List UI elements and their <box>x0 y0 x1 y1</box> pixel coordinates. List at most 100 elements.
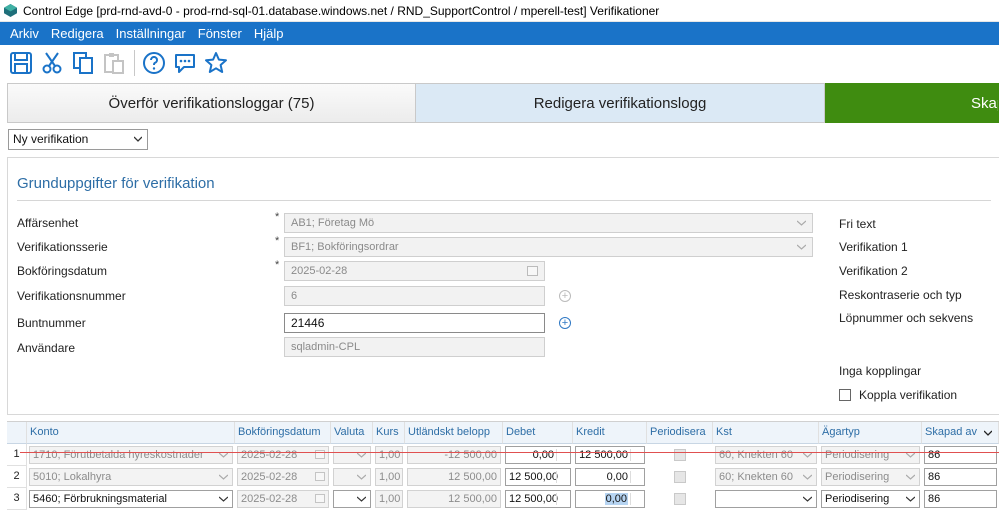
kredit-input[interactable]: 12 500,00 <box>575 446 645 464</box>
date-input[interactable]: 2025-02-28 <box>237 490 329 508</box>
skapad-av-value[interactable]: 86 <box>924 468 997 486</box>
row-number: 3 <box>7 488 27 510</box>
calculator-icon <box>630 493 642 505</box>
col-periodisera[interactable]: Periodisera <box>647 422 713 444</box>
calendar-icon <box>527 266 538 276</box>
debet-input[interactable]: 12 500,00 <box>505 490 571 508</box>
konto-select[interactable]: 1710; Förutbetalda hyreskostnader <box>29 446 233 464</box>
label-ledger-series: Reskontraserie och typ <box>839 288 962 302</box>
chevron-down-icon <box>219 496 228 502</box>
tab-create[interactable]: Skap <box>825 83 999 123</box>
date-input[interactable]: 2025-02-28 <box>237 468 329 486</box>
label-ver-number: Verifikationsnummer <box>17 289 126 303</box>
agartyp-select[interactable]: Periodisering <box>821 468 920 486</box>
kurs-value: 1,00 <box>375 446 403 464</box>
periodisera-checkbox[interactable] <box>674 449 686 461</box>
valuta-select[interactable] <box>333 468 371 486</box>
table-row[interactable]: 3 5460; Förbrukningsmaterial 2025-02-28 … <box>7 488 999 510</box>
periodisera-checkbox[interactable] <box>674 471 686 483</box>
entries-grid: Konto Bokföringsdatum Valuta Kurs Utländ… <box>7 421 999 518</box>
toolbar-separator <box>134 50 135 76</box>
label-link-verification: Koppla verifikation <box>859 388 958 402</box>
calculator-icon <box>556 449 568 461</box>
favorite-button[interactable] <box>201 48 231 78</box>
kredit-input[interactable]: 0,00 <box>575 468 645 486</box>
konto-select[interactable]: 5010; Lokalhyra <box>29 468 233 486</box>
window-title: Control Edge [prd-rnd-avd-0 - prod-rnd-s… <box>23 3 660 18</box>
skapad-av-value[interactable]: 86 <box>924 446 997 464</box>
chevron-down-icon <box>357 474 366 480</box>
add-batch-icon[interactable]: + <box>559 317 571 329</box>
required-marker: * <box>275 259 280 271</box>
agartyp-value: Periodisering <box>825 449 890 461</box>
booking-date-field[interactable]: 2025-02-28 <box>284 261 545 281</box>
kredit-input[interactable]: 0,00 <box>575 490 645 508</box>
col-valuta[interactable]: Valuta <box>331 422 373 444</box>
calculator-icon <box>630 471 642 483</box>
kst-select[interactable] <box>715 490 817 508</box>
comment-button[interactable] <box>170 48 200 78</box>
kst-select[interactable]: 60; Knekten 60 <box>715 446 817 464</box>
col-skapad-av[interactable]: Skapad av <box>922 422 999 444</box>
link-verification-checkbox[interactable] <box>839 389 851 401</box>
menu-hjalp[interactable]: Hjälp <box>248 22 290 45</box>
skapad-av-value[interactable]: 86 <box>924 490 997 508</box>
col-agartyp[interactable]: Ägartyp <box>819 422 922 444</box>
col-kst[interactable]: Kst <box>713 422 819 444</box>
row-number: 2 <box>7 466 27 488</box>
table-row[interactable]: 1 1710; Förutbetalda hyreskostnader 2025… <box>7 444 999 466</box>
kst-value: 60; Knekten 60 <box>719 471 794 483</box>
tab-transfer-logs[interactable]: Överför verifikationsloggar (75) <box>7 83 416 123</box>
agartyp-select[interactable]: Periodisering <box>821 490 920 508</box>
debet-input[interactable]: 0,00 <box>505 446 571 464</box>
date-input[interactable]: 2025-02-28 <box>237 446 329 464</box>
ver-number-action-icon[interactable]: + <box>559 290 571 302</box>
batch-number-input[interactable]: 21446 <box>284 313 545 333</box>
col-booking-date[interactable]: Bokföringsdatum <box>235 422 331 444</box>
kst-select[interactable]: 60; Knekten 60 <box>715 468 817 486</box>
col-konto[interactable]: Konto <box>27 422 235 444</box>
calculator-icon <box>556 471 568 483</box>
menu-arkiv[interactable]: Arkiv <box>4 22 45 45</box>
debet-value: 12 500,00 <box>509 493 558 505</box>
comment-icon <box>175 54 195 73</box>
cut-icon <box>42 52 62 74</box>
calendar-icon <box>315 472 325 481</box>
copy-button[interactable] <box>68 48 98 78</box>
menu-installningar[interactable]: Inställningar <box>110 22 192 45</box>
chevron-down-icon <box>797 220 806 226</box>
new-verification-select[interactable]: Ny verifikation <box>8 129 148 150</box>
series-field[interactable]: BF1; Bokföringsordrar <box>284 237 813 257</box>
agartyp-select[interactable]: Periodisering <box>821 446 920 464</box>
row-number: 1 <box>7 444 27 466</box>
menu-fonster[interactable]: Fönster <box>192 22 248 45</box>
konto-select[interactable]: 5460; Förbrukningsmaterial <box>29 490 233 508</box>
col-debet[interactable]: Debet <box>503 422 573 444</box>
paste-icon <box>104 53 124 74</box>
paste-button[interactable] <box>99 48 129 78</box>
save-button[interactable] <box>6 48 36 78</box>
konto-value: 1710; Förutbetalda hyreskostnader <box>33 449 204 461</box>
menu-redigera[interactable]: Redigera <box>45 22 110 45</box>
table-row[interactable]: 2 5010; Lokalhyra 2025-02-28 1,00 12 500… <box>7 466 999 488</box>
date-value: 2025-02-28 <box>241 493 298 505</box>
periodisera-checkbox[interactable] <box>674 493 686 505</box>
user-value: sqladmin-CPL <box>291 341 361 353</box>
col-kurs[interactable]: Kurs <box>373 422 405 444</box>
title-bar: Control Edge [prd-rnd-avd-0 - prod-rnd-s… <box>0 0 999 22</box>
calculator-icon <box>630 449 642 461</box>
business-unit-field[interactable]: AB1; Företag Mö <box>284 213 813 233</box>
col-kredit[interactable]: Kredit <box>573 422 647 444</box>
tab-edit-log[interactable]: Redigera verifikationslogg <box>416 83 825 123</box>
valuta-select[interactable] <box>333 446 371 464</box>
help-button[interactable] <box>139 48 169 78</box>
col-foreign-amount[interactable]: Utländskt belopp <box>405 422 503 444</box>
cut-button[interactable] <box>37 48 67 78</box>
copy-icon <box>73 52 93 74</box>
chevron-down-icon <box>797 244 806 250</box>
ver-number-field: 6 <box>284 286 545 306</box>
date-value: 2025-02-28 <box>241 471 298 483</box>
debet-input[interactable]: 12 500,00 <box>505 468 571 486</box>
valuta-select[interactable] <box>333 490 371 508</box>
label-series: Verifikationsserie <box>17 240 108 254</box>
